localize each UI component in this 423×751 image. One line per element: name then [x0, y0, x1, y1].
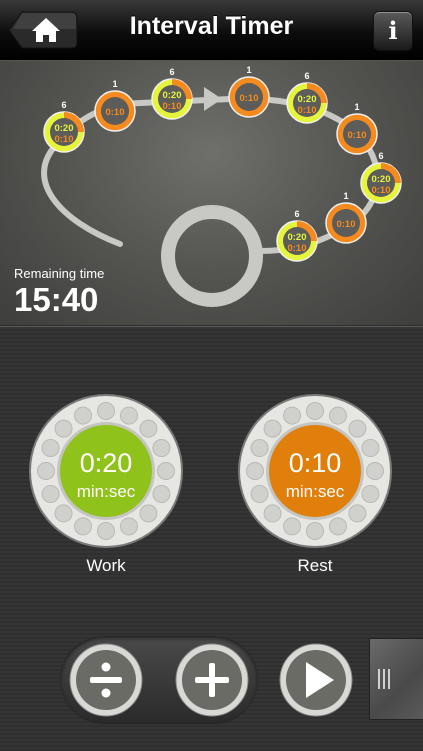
dial-notch	[119, 517, 138, 536]
node-work-time: 0:20	[162, 90, 181, 101]
node-repeat-count: 6	[378, 151, 383, 161]
rest-label: Rest	[297, 556, 333, 575]
node-rest-time: 0:10	[336, 219, 355, 230]
node-rest-time: 0:10	[287, 243, 306, 254]
node-rest-time: 0:10	[371, 185, 390, 196]
rest-dial[interactable]: 0:10 min:sec	[236, 392, 394, 550]
dial-notch	[119, 406, 138, 425]
node-repeat-count: 1	[343, 191, 348, 201]
interval-node-rest[interactable]: 1 0:10	[228, 65, 270, 118]
info-button[interactable]: i	[373, 11, 413, 51]
interval-node-work-rest[interactable]: 6 0:200:10	[43, 100, 85, 153]
dial-notch	[328, 517, 347, 536]
node-work-time: 0:20	[287, 232, 306, 243]
node-rest-time: 0:10	[347, 130, 366, 141]
node-repeat-count: 1	[354, 102, 359, 112]
node-work-time: 0:20	[54, 123, 73, 134]
direction-arrow-icon	[204, 87, 222, 111]
dial-notch	[283, 517, 302, 536]
interval-node-work-rest[interactable]: 6 0:200:10	[360, 151, 402, 204]
info-icon: i	[388, 16, 398, 45]
node-rest-time: 0:10	[105, 107, 124, 118]
remaining-time-value: 15:40	[14, 281, 99, 318]
node-repeat-count: 6	[304, 71, 309, 81]
rest-time-unit: min:sec	[285, 482, 345, 501]
node-rest-time: 0:10	[239, 93, 258, 104]
node-repeat-count: 6	[61, 100, 66, 110]
node-rest-time: 0:10	[162, 101, 181, 112]
interval-node-rest[interactable]: 1 0:10	[94, 79, 136, 132]
dial-notch	[306, 402, 324, 420]
work-time-unit: min:sec	[76, 482, 136, 501]
node-repeat-count: 6	[169, 67, 174, 77]
dial-notch	[306, 522, 324, 540]
dial-notch	[348, 419, 367, 438]
work-time-value: 0:20	[79, 448, 133, 478]
dial-notch	[54, 504, 73, 523]
dial-notch	[97, 522, 115, 540]
dial-notch	[54, 419, 73, 438]
dial-notch	[139, 419, 158, 438]
work-dial[interactable]: 0:20 min:sec	[27, 392, 185, 550]
add-button[interactable]	[174, 642, 250, 718]
page-title: Interval Timer	[129, 12, 294, 40]
drawer-handle-icon	[378, 669, 390, 689]
play-button[interactable]	[278, 642, 354, 718]
dial-notch	[97, 402, 115, 420]
remaining-time-label: Remaining time	[14, 266, 105, 281]
interval-timeline: 6 0:20 0:10 1 0:10 6 0:20 0:10 1 0:10 6 0:20 0:10 1 0:…	[0, 61, 423, 325]
divide-button[interactable]	[68, 642, 144, 718]
work-label: Work	[86, 556, 126, 575]
start-ring	[161, 205, 263, 307]
dial-notch	[348, 504, 367, 523]
dial-notch	[328, 406, 347, 425]
dial-notch	[74, 406, 93, 425]
interval-node-work-rest[interactable]: 6 0:200:10	[276, 209, 318, 262]
node-work-time: 0:20	[371, 174, 390, 185]
interval-node-rest[interactable]: 1 0:10	[336, 102, 378, 155]
dial-notch	[263, 419, 282, 438]
node-repeat-count: 1	[112, 79, 117, 89]
node-rest-time: 0:10	[54, 134, 73, 145]
interval-node-rest[interactable]: 1 0:10	[325, 191, 367, 244]
dial-notch	[74, 517, 93, 536]
interval-node-work-rest[interactable]: 6 0:200:10	[151, 67, 193, 120]
interval-node-work-rest[interactable]: 6 0:200:10	[286, 71, 328, 124]
navbar: Interval Timer i	[0, 0, 423, 61]
dial-notch	[263, 504, 282, 523]
rest-time-value: 0:10	[288, 448, 342, 478]
node-work-time: 0:20	[297, 94, 316, 105]
dial-notch	[139, 504, 158, 523]
dial-notch	[283, 406, 302, 425]
settings-drawer-handle[interactable]	[369, 638, 423, 720]
node-repeat-count: 1	[246, 65, 251, 75]
node-repeat-count: 6	[294, 209, 299, 219]
node-rest-time: 0:10	[297, 105, 316, 116]
